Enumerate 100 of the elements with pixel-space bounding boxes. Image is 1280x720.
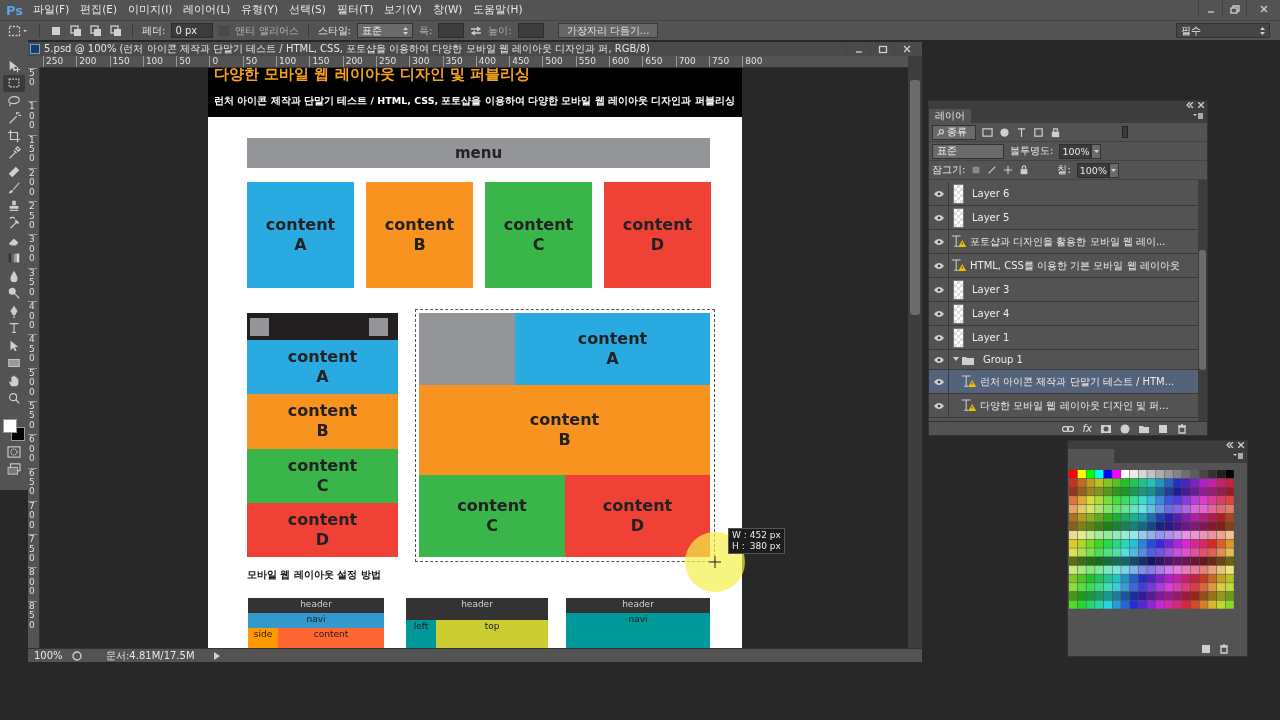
menu-item[interactable]: 이미지(I): [128, 3, 173, 17]
scrollbar[interactable]: [1198, 180, 1207, 421]
layer-row[interactable]: 다양한 모바일 웹 레이아웃 디자인 및 퍼...: [929, 394, 1198, 418]
link-icon[interactable]: [1061, 425, 1074, 432]
eye-icon[interactable]: [933, 286, 944, 293]
expand-folder-icon[interactable]: [953, 354, 975, 365]
type-filter-icon[interactable]: [1016, 126, 1027, 138]
subtract-selection-icon[interactable]: [89, 23, 103, 38]
fill-field[interactable]: 100%: [1076, 162, 1109, 178]
eye-icon[interactable]: [933, 238, 944, 245]
layer-name: Layer 5: [972, 212, 1010, 223]
color-swatches-icon[interactable]: [3, 419, 25, 441]
arrow-icon[interactable]: [214, 651, 220, 660]
quick-mask-icon[interactable]: [7, 445, 21, 458]
restore-icon[interactable]: [1228, 4, 1241, 14]
scroll-thumb[interactable]: [1199, 250, 1206, 370]
adjustment-filter-icon[interactable]: [999, 126, 1010, 138]
ruler-label: 550: [575, 56, 610, 67]
eye-icon[interactable]: [933, 310, 944, 317]
refine-edge-button[interactable]: 가장자리 다듬기...: [557, 23, 659, 38]
eye-icon[interactable]: [933, 402, 944, 409]
square-block: [250, 317, 269, 336]
content-label: content: [503, 215, 574, 235]
maximize-icon[interactable]: [876, 44, 889, 54]
eye-icon[interactable]: [933, 378, 944, 385]
add-selection-icon[interactable]: [69, 23, 83, 38]
marquee-tool-icon[interactable]: [8, 23, 30, 38]
close-icon[interactable]: [1238, 442, 1244, 448]
ruler-label: 500: [542, 56, 576, 67]
layer-row[interactable]: 포토샵과 디자인을 활용한 모바일 웹 레이...: [929, 230, 1198, 254]
scroll-thumb[interactable]: [910, 80, 920, 315]
trash-icon[interactable]: [1219, 644, 1229, 654]
menu-item[interactable]: 도움말(H): [473, 3, 523, 17]
menu-item[interactable]: 편집(E): [80, 3, 118, 17]
menu-item[interactable]: 유형(Y): [241, 3, 278, 17]
new-layer-icon[interactable]: [1158, 423, 1168, 434]
screen-mode-icon[interactable]: [7, 463, 21, 476]
shape-filter-icon[interactable]: [1033, 126, 1044, 138]
intersect-selection-icon[interactable]: [109, 23, 123, 38]
close-icon[interactable]: [1198, 102, 1204, 108]
scrollbar[interactable]: [908, 56, 922, 648]
content-letter: D: [650, 235, 665, 255]
smart-object-filter-icon[interactable]: [1050, 126, 1061, 138]
layer-row[interactable]: HTML, CSS를 이용한 기본 모바일 웹 레이아웃: [929, 254, 1198, 278]
panel-tab[interactable]: 레이어: [929, 109, 971, 123]
zoom-level[interactable]: 100%: [34, 650, 62, 661]
opacity-field[interactable]: 100%: [1059, 143, 1092, 159]
menu-item[interactable]: 필터(T): [336, 3, 374, 17]
dropdown-button[interactable]: [1108, 162, 1119, 178]
layer-row[interactable]: Layer 6: [929, 182, 1198, 206]
swap-icon[interactable]: [470, 25, 483, 36]
layer-row[interactable]: Layer 5: [929, 206, 1198, 230]
image-filter-icon[interactable]: [982, 126, 993, 138]
eye-icon[interactable]: [933, 190, 944, 197]
height-field[interactable]: [517, 23, 544, 38]
content-letter: C: [316, 475, 329, 496]
menu-item[interactable]: 보기(V): [384, 3, 422, 17]
eye-icon[interactable]: [933, 334, 944, 341]
collapse-icon[interactable]: [1226, 442, 1234, 448]
info-icon[interactable]: [72, 650, 82, 661]
tool-button[interactable]: [3, 74, 25, 92]
workspace-select[interactable]: 필수: [1176, 23, 1270, 38]
updown-icon: [402, 26, 408, 35]
ruler-label: 500: [28, 367, 37, 401]
adjustment-icon[interactable]: [1120, 423, 1130, 434]
menu-item[interactable]: 레이어(L): [183, 3, 231, 17]
filter-select[interactable]: 종류: [932, 124, 976, 140]
eye-icon[interactable]: [933, 262, 944, 269]
new-swatch-icon[interactable]: [1201, 644, 1211, 654]
layer-row[interactable]: Layer 4: [929, 302, 1198, 326]
ruler-label: 750: [708, 56, 743, 67]
filter-toggle[interactable]: [1122, 126, 1128, 138]
lock-paint-icon[interactable]: [987, 165, 998, 175]
panel-menu-icon[interactable]: [1233, 453, 1243, 459]
menu-item[interactable]: 창(W): [432, 3, 463, 17]
height-label: H :: [732, 541, 746, 552]
caret-icon: [1111, 168, 1117, 172]
style-select[interactable]: 표준: [356, 23, 413, 38]
layer-row[interactable]: Layer 3: [929, 278, 1198, 302]
layer-row[interactable]: 런처 아이콘 제작과 단말기 테스트 / HTM...: [929, 370, 1198, 394]
feather-field[interactable]: 0 px: [171, 23, 214, 38]
collapse-icon[interactable]: [1186, 102, 1194, 108]
trash-icon[interactable]: [1177, 423, 1187, 434]
lock-icon[interactable]: [1019, 165, 1030, 175]
mask-icon[interactable]: [1101, 423, 1111, 434]
color-swatches-drawing[interactable]: [1069, 470, 1235, 610]
folder-icon[interactable]: [1139, 423, 1149, 434]
eye-icon[interactable]: [933, 356, 944, 363]
lock-move-icon[interactable]: [1003, 165, 1014, 175]
layer-row[interactable]: Layer 1: [929, 326, 1198, 350]
eye-icon[interactable]: [933, 214, 944, 221]
menu-item[interactable]: 파일(F): [33, 3, 70, 17]
layer-style-button[interactable]: fx: [1082, 423, 1092, 434]
magic-wand-icon: [7, 111, 21, 126]
blend-mode-select[interactable]: 표준: [932, 143, 1004, 159]
width-field[interactable]: [438, 23, 465, 38]
menu-item[interactable]: 선택(S): [289, 3, 326, 17]
dropdown-button[interactable]: [1091, 143, 1102, 159]
layer-name: 포토샵과 디자인을 활용한 모바일 웹 레이...: [970, 234, 1166, 249]
panel-menu-icon[interactable]: [1193, 113, 1203, 119]
